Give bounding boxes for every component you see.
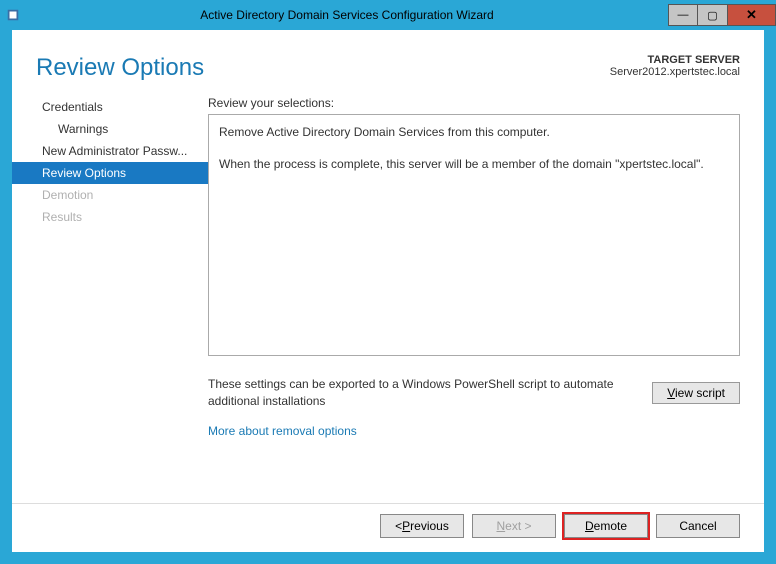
export-description: These settings can be exported to a Wind… [208,376,636,410]
review-label: Review your selections: [208,96,740,110]
demote-button[interactable]: Demote [564,514,648,538]
close-button[interactable]: ✕ [728,4,776,26]
header: Review Options TARGET SERVER Server2012.… [12,30,764,92]
sidebar-item-credentials[interactable]: Credentials [12,96,208,118]
wizard-inner: Review Options TARGET SERVER Server2012.… [12,30,764,552]
review-textbox[interactable]: Remove Active Directory Domain Services … [208,114,740,356]
window-title: Active Directory Domain Services Configu… [26,8,668,22]
review-line-1: Remove Active Directory Domain Services … [219,123,729,141]
sidebar-item-new-admin-password[interactable]: New Administrator Passw... [12,140,208,162]
cancel-button[interactable]: Cancel [656,514,740,538]
next-button: Next > [472,514,556,538]
footer: < Previous Next > Demote Cancel [12,503,764,552]
page-title: Review Options [36,54,204,82]
sidebar: Credentials Warnings New Administrator P… [12,92,208,503]
previous-button[interactable]: < Previous [380,514,464,538]
more-about-removal-link[interactable]: More about removal options [208,424,740,438]
wizard-window: Active Directory Domain Services Configu… [0,0,776,564]
target-server-label: TARGET SERVER [610,54,740,66]
minimize-button[interactable]: — [668,4,698,26]
review-line-2: When the process is complete, this serve… [219,155,729,173]
sidebar-item-results: Results [12,206,208,228]
sidebar-item-review-options[interactable]: Review Options [12,162,208,184]
window-controls: — ▢ ✕ [668,4,776,26]
target-server-value: Server2012.xpertstec.local [610,66,740,78]
sidebar-item-warnings[interactable]: Warnings [12,118,208,140]
app-icon [0,8,26,22]
view-script-button[interactable]: View script [652,382,740,404]
export-row: These settings can be exported to a Wind… [208,376,740,410]
sidebar-item-demotion: Demotion [12,184,208,206]
target-server-block: TARGET SERVER Server2012.xpertstec.local [610,54,740,78]
body: Credentials Warnings New Administrator P… [12,92,764,503]
maximize-button[interactable]: ▢ [698,4,728,26]
titlebar: Active Directory Domain Services Configu… [0,0,776,30]
main-panel: Review your selections: Remove Active Di… [208,92,764,503]
